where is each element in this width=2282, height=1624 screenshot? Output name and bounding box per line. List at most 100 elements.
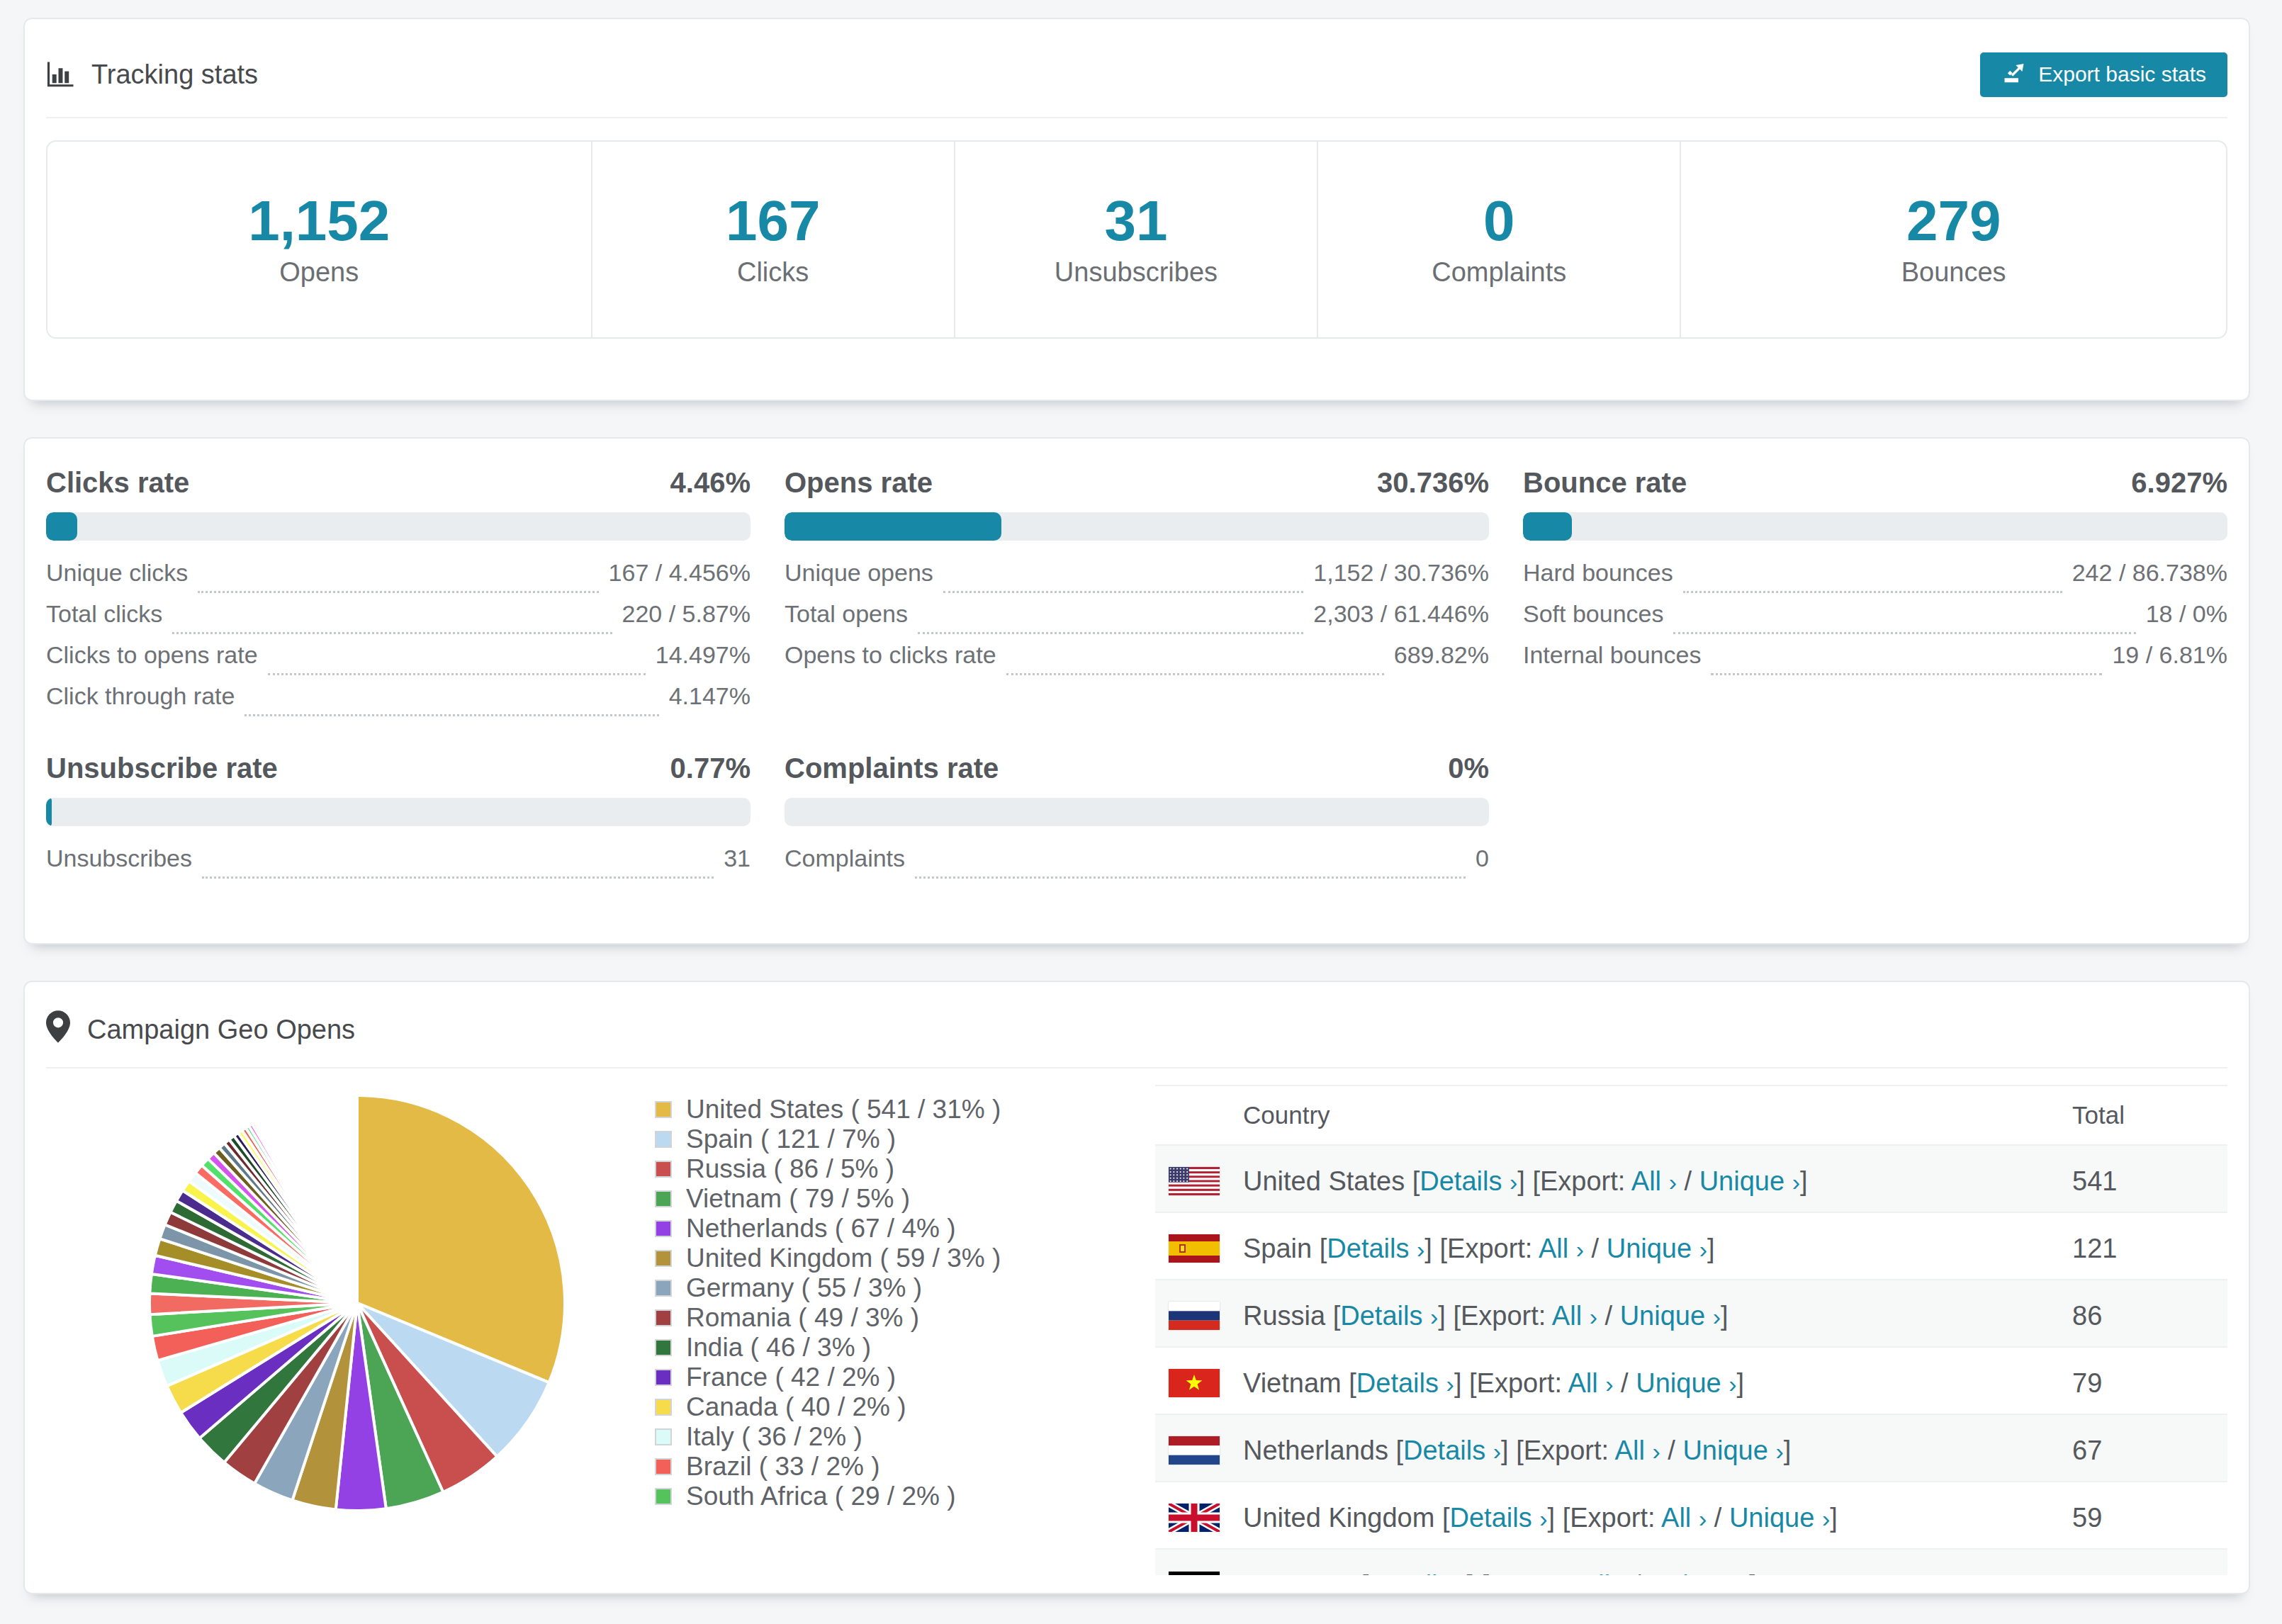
legend-color-chip (655, 1369, 672, 1386)
export-unique-link[interactable]: Unique › (1648, 1570, 1749, 1575)
rate-row-label: Unsubscribes (46, 845, 192, 872)
flag-gb (1169, 1504, 1243, 1532)
rate-row-label: Clicks to opens rate (46, 641, 258, 669)
rate-row: Hard bounces242 / 86.738% (1523, 559, 2227, 600)
legend-item-france: France ( 42 / 2% ) (655, 1363, 1001, 1392)
dotted-leader (244, 714, 658, 716)
flag-column-header (1155, 1086, 1243, 1145)
rate-progress-fill (46, 512, 77, 541)
export-basic-stats-button[interactable]: Export basic stats (1980, 52, 2227, 97)
dotted-leader (202, 876, 714, 879)
flag-cell (1155, 1482, 1243, 1549)
legend-label: Canada ( 40 / 2% ) (686, 1392, 906, 1422)
rate-section-head: Unsubscribe rate0.77% (46, 752, 751, 786)
rate-row: Unique opens1,152 / 30.736% (785, 559, 1489, 600)
rate-section-bounce-rate: Bounce rate6.927% Hard bounces242 / 86.73… (1523, 467, 2227, 723)
legend-item-vietnam: Vietnam ( 79 / 5% ) (655, 1184, 1001, 1214)
flag-cell (1155, 1347, 1243, 1414)
rate-section-percent: 30.736% (1377, 467, 1489, 499)
geo-card-header: Campaign Geo Opens (46, 982, 2227, 1067)
details-link[interactable]: Details › (1327, 1234, 1424, 1263)
country-name: Russia [ (1243, 1301, 1340, 1331)
geo-table-scroll-area[interactable]: Country Total United States [Details ›] … (1155, 1085, 2227, 1575)
stat-tile-complaints: 0Complaints (1318, 142, 1681, 337)
legend-color-chip (655, 1131, 672, 1148)
rate-section-title: Clicks rate (46, 467, 189, 499)
legend-color-chip (655, 1309, 672, 1326)
rates-grid: Clicks rate4.46%Unique clicks167 / 4.456… (46, 467, 2227, 886)
country-name: Vietnam [ (1243, 1368, 1356, 1398)
flag-cell (1155, 1414, 1243, 1482)
geo-pie-chart (145, 1090, 570, 1516)
dotted-leader (1006, 673, 1384, 675)
dotted-leader (198, 591, 598, 593)
geo-table-body: United States [Details ›] [Export: All ›… (1155, 1145, 2227, 1575)
export-unique-link[interactable]: Unique › (1699, 1166, 1800, 1196)
rate-rows: Unsubscribes 31 (46, 845, 751, 886)
geo-table-row-united-kingdom: United Kingdom [Details ›] [Export: All … (1155, 1482, 2227, 1549)
total-cell: 541 (2072, 1145, 2227, 1212)
export-all-link[interactable]: All › (1615, 1436, 1660, 1465)
flag-de (1169, 1572, 1243, 1576)
legend-label: United Kingdom ( 59 / 3% ) (686, 1244, 1001, 1273)
legend-color-chip (655, 1101, 672, 1118)
rate-section-head: Opens rate30.736% (785, 467, 1489, 501)
rate-row-value: 31 (724, 845, 751, 872)
flag-ru (1169, 1302, 1243, 1330)
rate-section-percent: 6.927% (2131, 467, 2227, 499)
geo-table-pane: Country Total United States [Details ›] … (1155, 1068, 2227, 1575)
rate-section-unsubscribe-rate: Unsubscribe rate0.77% Unsubscribes 31 (46, 752, 751, 886)
rate-row-label: Total opens (785, 600, 908, 628)
export-unique-link[interactable]: Unique › (1682, 1436, 1783, 1465)
dotted-leader (268, 673, 646, 675)
export-unique-link[interactable]: Unique › (1607, 1234, 1707, 1263)
rate-row-label: Unique clicks (46, 559, 188, 587)
stat-summary-box: 1,152Opens167Clicks31Unsubscribes0Compla… (46, 140, 2227, 339)
export-button-label: Export basic stats (2038, 62, 2206, 86)
flag-vn (1169, 1369, 1243, 1397)
rate-row-label: Opens to clicks rate (785, 641, 996, 669)
legend-color-chip (655, 1280, 672, 1297)
dotted-leader (918, 632, 1303, 634)
geo-table-row-united-states: United States [Details ›] [Export: All ›… (1155, 1145, 2227, 1212)
details-link[interactable]: Details › (1356, 1368, 1454, 1398)
legend-label: Netherlands ( 67 / 4% ) (686, 1214, 955, 1244)
export-all-link[interactable]: All › (1539, 1234, 1584, 1263)
legend-label: Romania ( 49 / 3% ) (686, 1303, 919, 1333)
rate-section-opens-rate: Opens rate30.736% Unique opens1,152 / 30.… (785, 467, 1489, 723)
stat-value: 31 (1104, 191, 1167, 252)
export-unique-link[interactable]: Unique › (1636, 1368, 1736, 1398)
details-link[interactable]: Details › (1340, 1301, 1438, 1331)
stat-label: Clicks (737, 257, 809, 288)
rate-section-head: Complaints rate0% (785, 752, 1489, 786)
details-link[interactable]: Details › (1368, 1570, 1466, 1575)
rate-section-head: Bounce rate6.927% (1523, 467, 2227, 501)
export-unique-link[interactable]: Unique › (1620, 1301, 1721, 1331)
rate-progress-fill (1523, 512, 1572, 541)
flag-nl (1169, 1436, 1243, 1465)
details-link[interactable]: Details › (1450, 1503, 1548, 1533)
stat-value: 1,152 (248, 191, 390, 252)
stat-value: 0 (1483, 191, 1515, 252)
country-cell: Vietnam [Details ›] [Export: All › / Uni… (1243, 1347, 2072, 1414)
export-all-link[interactable]: All › (1661, 1503, 1707, 1533)
rate-rows: Unique clicks167 / 4.456%Total clicks220… (46, 559, 751, 723)
export-all-link[interactable]: All › (1580, 1570, 1626, 1575)
export-all-link[interactable]: All › (1552, 1301, 1597, 1331)
total-cell: 121 (2072, 1212, 2227, 1280)
stat-label: Bounces (1901, 257, 2006, 288)
rate-progress-track (46, 512, 751, 541)
details-link[interactable]: Details › (1420, 1166, 1517, 1196)
export-unique-link[interactable]: Unique › (1729, 1503, 1830, 1533)
legend-item-south-africa: South Africa ( 29 / 2% ) (655, 1482, 1001, 1511)
total-column-header: Total (2072, 1086, 2227, 1145)
rate-section-percent: 0% (1448, 752, 1489, 784)
legend-label: India ( 46 / 3% ) (686, 1333, 871, 1363)
export-all-link[interactable]: All › (1631, 1166, 1677, 1196)
rate-row-value: 19 / 6.81% (2112, 641, 2227, 669)
export-all-link[interactable]: All › (1568, 1368, 1613, 1398)
legend-label: Spain ( 121 / 7% ) (686, 1124, 896, 1154)
details-link[interactable]: Details › (1403, 1436, 1501, 1465)
legend-color-chip (655, 1339, 672, 1356)
geo-chart-pane: United States ( 541 / 31% )Spain ( 121 /… (46, 1068, 1155, 1575)
